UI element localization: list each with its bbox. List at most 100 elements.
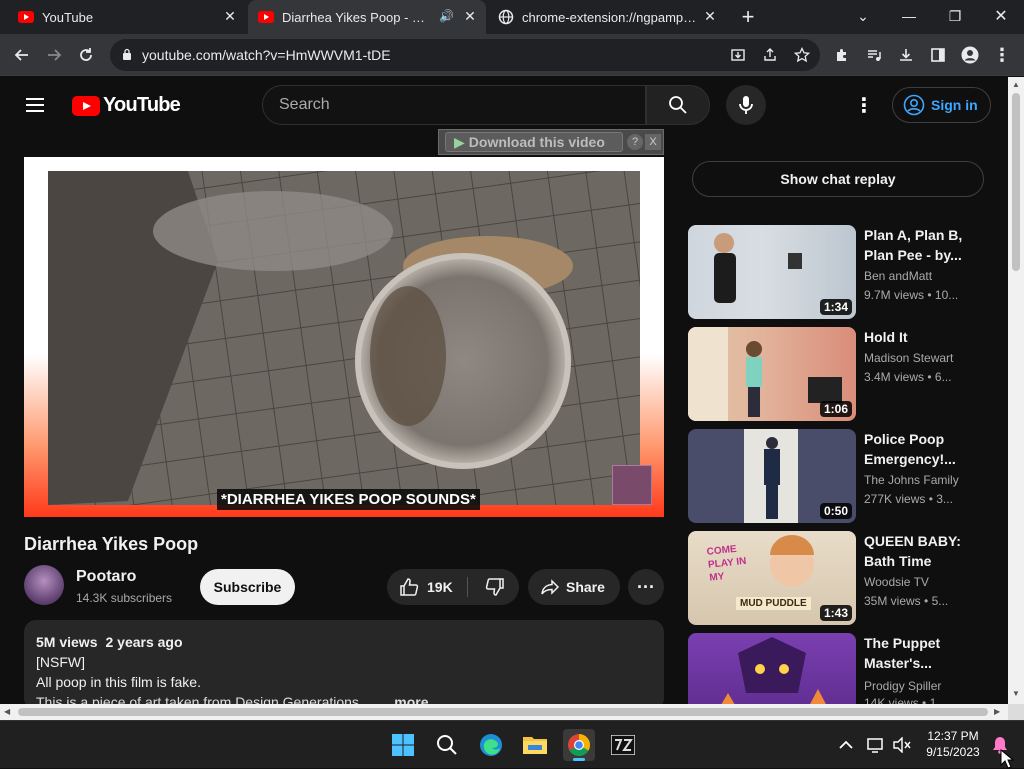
video-thumbnail[interactable]: 1:06 bbox=[688, 327, 856, 421]
scrollbar-corner bbox=[1008, 704, 1024, 720]
download-video-button[interactable]: ▶ Download this video bbox=[445, 132, 623, 152]
taskbar-search-button[interactable] bbox=[431, 729, 463, 761]
show-chat-replay-button[interactable]: Show chat replay bbox=[692, 161, 984, 197]
chrome-menu-button[interactable]: ⋮ bbox=[988, 41, 1016, 69]
view-count: 5M views bbox=[36, 634, 98, 650]
youtube-logo[interactable]: YouTube bbox=[72, 94, 181, 117]
recommended-title[interactable]: Hold It bbox=[864, 327, 974, 347]
recommended-channel[interactable]: Prodigy Spiller bbox=[864, 679, 941, 693]
close-tab-icon[interactable]: ✕ bbox=[222, 8, 238, 24]
scroll-left-arrow-icon[interactable]: ◀ bbox=[4, 707, 10, 716]
dislike-button[interactable] bbox=[471, 569, 519, 605]
audio-playing-icon[interactable]: 🔊 bbox=[439, 9, 454, 23]
edge-browser-button[interactable] bbox=[475, 729, 507, 761]
extensions-button[interactable] bbox=[828, 41, 856, 69]
sign-in-button[interactable]: Sign in bbox=[892, 87, 991, 123]
show-hidden-icons-button[interactable] bbox=[830, 729, 862, 761]
scroll-up-arrow-icon[interactable]: ▲ bbox=[1012, 80, 1020, 89]
chrome-icon bbox=[568, 734, 590, 756]
search-button[interactable] bbox=[646, 85, 710, 125]
url-text: youtube.com/watch?v=HmWWVM1-tDE bbox=[142, 47, 391, 63]
more-actions-button[interactable]: ··· bbox=[628, 569, 664, 605]
recommended-channel[interactable]: The Johns Family bbox=[864, 473, 959, 487]
share-page-icon[interactable] bbox=[762, 47, 778, 63]
search-input[interactable] bbox=[263, 86, 645, 124]
scroll-down-arrow-icon[interactable]: ▼ bbox=[1012, 689, 1020, 698]
show-more-link[interactable]: ...more bbox=[383, 694, 429, 704]
lock-icon[interactable] bbox=[122, 48, 132, 60]
settings-menu-button[interactable]: ⋮ bbox=[854, 93, 874, 117]
tab-video[interactable]: Diarrhea Yikes Poop - YouTube 🔊 ✕ bbox=[248, 0, 486, 34]
media-controls-button[interactable] bbox=[860, 41, 888, 69]
close-tab-icon[interactable]: ✕ bbox=[702, 8, 718, 24]
tab-youtube[interactable]: YouTube ✕ bbox=[8, 0, 246, 34]
recommended-channel[interactable]: Madison Stewart bbox=[864, 351, 953, 365]
vertical-scrollbar[interactable]: ▲ ▼ bbox=[1008, 77, 1024, 704]
clock-time: 12:37 PM bbox=[927, 729, 979, 743]
active-app-indicator bbox=[573, 758, 585, 761]
guide-menu-button[interactable] bbox=[24, 95, 48, 115]
volume-muted-button[interactable] bbox=[886, 729, 918, 761]
recommended-channel[interactable]: Ben andMatt bbox=[864, 269, 932, 283]
video-thumbnail[interactable] bbox=[688, 633, 856, 704]
install-app-icon[interactable] bbox=[730, 47, 746, 63]
youtube-wordmark: YouTube bbox=[103, 94, 181, 116]
minimize-button[interactable]: — bbox=[886, 0, 932, 32]
channel-name[interactable]: Pootaro bbox=[76, 568, 136, 586]
recommended-video[interactable]: The Puppet Master's... Prodigy Spiller 1… bbox=[688, 633, 998, 704]
taskbar-clock[interactable]: 12:37 PM 9/15/2023 bbox=[922, 728, 984, 760]
like-button[interactable]: 19K bbox=[387, 569, 467, 605]
forward-button[interactable] bbox=[40, 41, 68, 69]
video-thumbnail[interactable]: 0:50 bbox=[688, 429, 856, 523]
recommended-video[interactable]: COME PLAY IN MY MUD PUDDLE 1:43 QUEEN BA… bbox=[688, 531, 998, 625]
vertical-scroll-thumb[interactable] bbox=[1012, 93, 1020, 271]
horizontal-scroll-thumb[interactable] bbox=[18, 708, 988, 716]
description-box[interactable]: 5M views 2 years ago [NSFW] All poop in t… bbox=[24, 620, 664, 704]
video-thumbnail[interactable]: 1:34 bbox=[688, 225, 856, 319]
back-button[interactable] bbox=[8, 41, 36, 69]
video-player[interactable]: *DIARRHEA YIKES POOP SOUNDS* bbox=[24, 157, 664, 517]
tab-title: YouTube bbox=[42, 9, 94, 25]
thumbnail-banner-text: MUD PUDDLE bbox=[736, 597, 811, 610]
recommended-video[interactable]: 1:34 Plan A, Plan B, Plan Pee - by... Be… bbox=[688, 225, 998, 319]
recommended-title[interactable]: The Puppet Master's... bbox=[864, 633, 974, 673]
address-bar[interactable]: youtube.com/watch?v=HmWWVM1-tDE bbox=[110, 39, 820, 71]
share-arrow-icon bbox=[541, 579, 560, 595]
recommended-channel[interactable]: Woodsie TV bbox=[864, 575, 929, 589]
profile-button[interactable] bbox=[956, 41, 984, 69]
channel-watermark[interactable] bbox=[612, 465, 652, 505]
reload-button[interactable] bbox=[72, 41, 100, 69]
recommended-title[interactable]: Plan A, Plan B, Plan Pee - by... bbox=[864, 225, 974, 265]
hamburger-menu-icon bbox=[26, 98, 44, 112]
subscribe-button[interactable]: Subscribe bbox=[200, 569, 295, 605]
side-panel-button[interactable] bbox=[924, 41, 952, 69]
bookmark-star-icon[interactable] bbox=[794, 47, 810, 63]
restore-button[interactable]: ❐ bbox=[932, 0, 978, 32]
tab-extension[interactable]: chrome-extension://ngpampapp ✕ bbox=[488, 0, 726, 34]
search-box[interactable] bbox=[262, 85, 646, 125]
scroll-right-arrow-icon[interactable]: ▶ bbox=[994, 707, 1000, 716]
tab-search-icon[interactable]: ⌄ bbox=[840, 0, 886, 32]
video-thumbnail[interactable]: COME PLAY IN MY MUD PUDDLE 1:43 bbox=[688, 531, 856, 625]
channel-avatar[interactable] bbox=[24, 565, 64, 605]
recommended-title[interactable]: QUEEN BABY: Bath Time bbox=[864, 531, 974, 571]
download-close-button[interactable]: X bbox=[645, 134, 661, 150]
voice-search-button[interactable] bbox=[726, 85, 766, 125]
subscriber-count: 14.3K subscribers bbox=[76, 591, 173, 605]
close-window-button[interactable]: ✕ bbox=[978, 0, 1024, 32]
chrome-taskbar-button[interactable] bbox=[563, 729, 595, 761]
recommended-video[interactable]: 0:50 Police Poop Emergency!... The Johns… bbox=[688, 429, 998, 523]
downloads-button[interactable] bbox=[892, 41, 920, 69]
start-button[interactable] bbox=[387, 729, 419, 761]
recommended-title[interactable]: Police Poop Emergency!... bbox=[864, 429, 974, 469]
close-tab-icon[interactable]: ✕ bbox=[462, 8, 478, 24]
new-tab-button[interactable]: + bbox=[732, 1, 764, 33]
file-explorer-button[interactable] bbox=[519, 729, 551, 761]
7zip-taskbar-button[interactable] bbox=[607, 729, 639, 761]
horizontal-scrollbar[interactable]: ◀ ▶ bbox=[0, 704, 1008, 720]
share-button[interactable]: Share bbox=[528, 569, 620, 605]
recommended-video[interactable]: 1:06 Hold It Madison Stewart 3.4M views … bbox=[688, 327, 998, 421]
sign-in-label: Sign in bbox=[931, 97, 978, 113]
download-help-button[interactable]: ? bbox=[627, 134, 643, 150]
tab-title: Diarrhea Yikes Poop - YouTube bbox=[282, 9, 432, 25]
